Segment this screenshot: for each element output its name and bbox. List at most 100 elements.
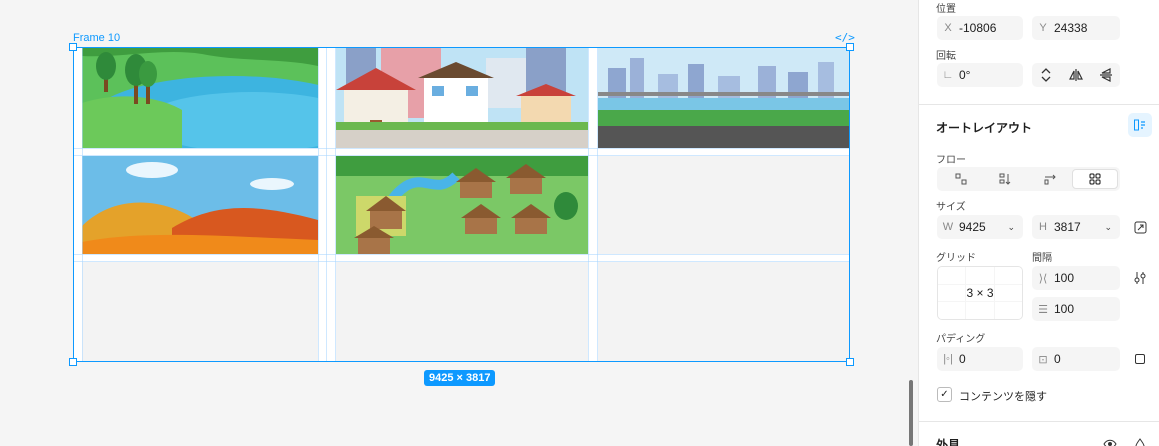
rotation-label: 回転 [936, 51, 956, 62]
column-gap-value: 100 [1054, 271, 1075, 285]
row-gap-icon: ☰ [1038, 303, 1048, 316]
flow-horizontal-glyph [1044, 174, 1056, 185]
x-field[interactable]: X -10806 [937, 16, 1023, 40]
y-prefix: Y [1039, 22, 1047, 34]
chevron-down-icon[interactable]: ⌄ [1007, 222, 1015, 233]
village-illustration [336, 156, 588, 254]
grid-label: グリッド [936, 253, 976, 264]
image-pond[interactable] [82, 48, 318, 148]
drop-glyph [1135, 438, 1145, 446]
flip-horizontal-icon[interactable] [1064, 63, 1088, 87]
flow-grid-icon[interactable] [1071, 169, 1118, 189]
resize-handle-bottom-left[interactable] [69, 358, 77, 366]
flow-horizontal-icon[interactable] [1028, 169, 1072, 189]
flow-vertical-glyph [999, 173, 1011, 185]
grid-guide [74, 261, 849, 262]
size-label: サイズ [936, 202, 966, 213]
grid-guide [82, 48, 83, 361]
rotation-field[interactable]: ∟ 0° [937, 63, 1023, 87]
resize-handle-top-left[interactable] [69, 43, 77, 51]
padding-glyph [1135, 354, 1145, 364]
padding-horizontal-field[interactable]: |◦| 0 [937, 347, 1023, 371]
height-field[interactable]: H 3817 ⌄ [1032, 215, 1120, 239]
empty-cell-9[interactable] [598, 262, 849, 361]
y-value: 24338 [1054, 21, 1088, 35]
width-value: 9425 [959, 220, 986, 234]
gap-label: 間隔 [1032, 253, 1052, 264]
flow-free-glyph [955, 173, 967, 185]
image-river[interactable] [598, 48, 849, 148]
image-village[interactable] [336, 156, 588, 254]
grid-guide [74, 254, 849, 255]
selected-frame[interactable] [73, 47, 850, 362]
section-divider [919, 421, 1159, 422]
layout-glyph [1134, 119, 1145, 131]
flip-vertical-icon[interactable] [1094, 63, 1118, 87]
empty-cell-6[interactable] [598, 156, 849, 254]
layout-adjust-icon[interactable] [1128, 266, 1152, 290]
resize-handle-top-right[interactable] [846, 43, 854, 51]
x-value: -10806 [959, 21, 997, 35]
river-illustration [598, 48, 849, 148]
design-canvas[interactable]: Frame 10 </> 9425 × 3817 [0, 0, 918, 446]
h-prefix: H [1039, 221, 1047, 233]
rotate-glyph [1041, 68, 1051, 82]
y-field[interactable]: Y 24338 [1032, 16, 1120, 40]
image-autumn-hills[interactable] [82, 156, 318, 254]
pond-illustration [82, 48, 318, 148]
properties-panel: 位置 X -10806 Y 24338 回転 ∟ 0° オートレイアウト フロー [918, 0, 1159, 446]
rotate-90-icon[interactable] [1034, 63, 1058, 87]
autumn-hills-illustration [82, 156, 318, 254]
flip-h-glyph [1069, 69, 1083, 81]
drop-icon[interactable] [1128, 432, 1152, 446]
grid-dimensions: 3 × 3 [966, 286, 994, 300]
padding-horizontal-value: 0 [959, 352, 966, 366]
padding-horizontal-icon: |◦| [943, 353, 953, 365]
width-field[interactable]: W 9425 ⌄ [937, 215, 1023, 239]
padding-vertical-icon: ⊡ [1038, 353, 1048, 366]
eye-icon[interactable] [1098, 432, 1122, 446]
flow-vertical-icon[interactable] [983, 169, 1027, 189]
angle-icon: ∟ [942, 69, 954, 81]
padding-vertical-value: 0 [1054, 352, 1061, 366]
flow-free-icon[interactable] [939, 169, 983, 189]
grid-guide [318, 48, 319, 361]
w-prefix: W [942, 221, 954, 233]
rotation-value: 0° [959, 68, 971, 82]
position-label: 位置 [936, 4, 956, 15]
sliders-glyph [1134, 272, 1146, 284]
dimension-badge: 9425 × 3817 [424, 370, 496, 386]
column-gap-icon: ⟩⟨ [1038, 272, 1048, 285]
x-prefix: X [944, 22, 952, 34]
auto-layout-title: オートレイアウト [936, 121, 1033, 135]
grid-guide [326, 48, 327, 361]
flip-v-glyph [1100, 68, 1112, 82]
image-houses[interactable] [336, 48, 588, 148]
frame-name-label[interactable]: Frame 10 [73, 32, 120, 44]
column-gap-field[interactable]: ⟩⟨ 100 [1032, 266, 1120, 290]
flow-selector[interactable] [937, 167, 1120, 191]
row-gap-field[interactable]: ☰ 100 [1032, 297, 1120, 321]
appearance-title: 外見 [936, 438, 961, 446]
grid-guide [74, 155, 849, 156]
clip-content-label: コンテンツを隠す [959, 391, 1047, 403]
resize-constraints-icon[interactable] [1128, 215, 1152, 239]
canvas-scrollbar[interactable] [909, 380, 913, 446]
empty-cell-8[interactable] [336, 262, 588, 361]
grid-guide [588, 48, 589, 361]
resize-handle-bottom-right[interactable] [846, 358, 854, 366]
clip-content-checkbox[interactable]: ✓ [937, 387, 952, 402]
section-divider [919, 104, 1159, 105]
resize-glyph [1134, 221, 1146, 233]
empty-cell-7[interactable] [82, 262, 318, 361]
auto-layout-settings-icon[interactable] [1128, 113, 1152, 137]
chevron-down-icon[interactable]: ⌄ [1104, 222, 1112, 233]
houses-illustration [336, 48, 588, 148]
padding-vertical-field[interactable]: ⊡ 0 [1032, 347, 1120, 371]
flow-grid-glyph [1089, 173, 1101, 185]
height-value: 3817 [1054, 220, 1081, 234]
flow-label: フロー [936, 155, 966, 166]
individual-padding-icon[interactable] [1128, 347, 1152, 371]
padding-label: パディング [936, 334, 986, 345]
grid-guide [597, 48, 598, 361]
